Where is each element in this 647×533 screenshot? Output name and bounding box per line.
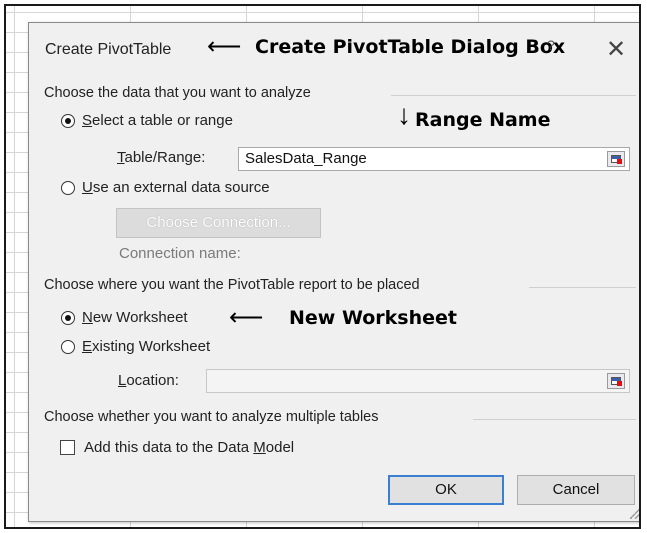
section-divider bbox=[391, 95, 636, 96]
radio-indicator[interactable] bbox=[61, 113, 75, 128]
annotation-range-name: Range Name bbox=[415, 109, 551, 131]
section-heading-place: Choose where you want the PivotTable rep… bbox=[44, 277, 420, 293]
radio-indicator[interactable] bbox=[61, 310, 75, 325]
checkbox-label-data-model: Add this data to the Data Model bbox=[84, 439, 295, 456]
location-input[interactable] bbox=[206, 369, 630, 393]
cancel-button[interactable]: Cancel bbox=[517, 475, 635, 505]
radio-external-source[interactable]: Use an external data source bbox=[61, 179, 270, 196]
close-icon[interactable]: ✕ bbox=[606, 35, 626, 64]
section-heading-data: Choose the data that you want to analyze bbox=[44, 85, 311, 101]
section-divider bbox=[473, 419, 636, 420]
table-range-label: Table/Range: bbox=[117, 149, 206, 166]
arrow-down-icon: ↓ bbox=[397, 99, 411, 130]
section-divider bbox=[529, 287, 636, 288]
range-collapse-icon[interactable] bbox=[607, 151, 625, 167]
arrow-left-icon: ⟵ bbox=[207, 33, 242, 60]
annotation-dialog-box: Create PivotTable Dialog Box bbox=[255, 36, 566, 58]
radio-select-table[interactable]: Select a table or range bbox=[61, 112, 233, 129]
range-collapse-icon[interactable] bbox=[607, 373, 625, 389]
location-label: Location: bbox=[118, 372, 179, 389]
connection-name-label: Connection name: bbox=[119, 245, 241, 262]
radio-indicator[interactable] bbox=[61, 180, 75, 195]
radio-indicator[interactable] bbox=[61, 339, 75, 354]
radio-label-new-worksheet: New Worksheet bbox=[82, 309, 188, 326]
section-heading-multiple: Choose whether you want to analyze multi… bbox=[44, 409, 379, 425]
help-button[interactable]: ? bbox=[547, 37, 555, 53]
resize-grip-icon[interactable] bbox=[630, 509, 639, 519]
radio-label-existing-worksheet: Existing Worksheet bbox=[82, 338, 211, 355]
annotation-new-worksheet: New Worksheet bbox=[289, 307, 457, 329]
table-range-input[interactable]: SalesData_Range bbox=[238, 147, 630, 171]
radio-label-select-table: Select a table or range bbox=[82, 112, 233, 129]
arrow-left-icon: ⟵ bbox=[229, 304, 264, 331]
ok-button[interactable]: OK bbox=[388, 475, 504, 505]
radio-label-external-source: Use an external data source bbox=[82, 179, 270, 196]
radio-existing-worksheet[interactable]: Existing Worksheet bbox=[61, 338, 210, 355]
checkbox-data-model[interactable]: Add this data to the Data Model bbox=[60, 439, 294, 456]
radio-new-worksheet[interactable]: New Worksheet bbox=[61, 309, 188, 326]
choose-connection-button[interactable]: Choose Connection... bbox=[116, 208, 321, 238]
create-pivottable-dialog: Create PivotTable ⟵ Create PivotTable Di… bbox=[28, 22, 639, 522]
checkbox-indicator[interactable] bbox=[60, 440, 75, 455]
spreadsheet-background: Create PivotTable ⟵ Create PivotTable Di… bbox=[4, 4, 641, 529]
dialog-title: Create PivotTable bbox=[45, 41, 172, 58]
